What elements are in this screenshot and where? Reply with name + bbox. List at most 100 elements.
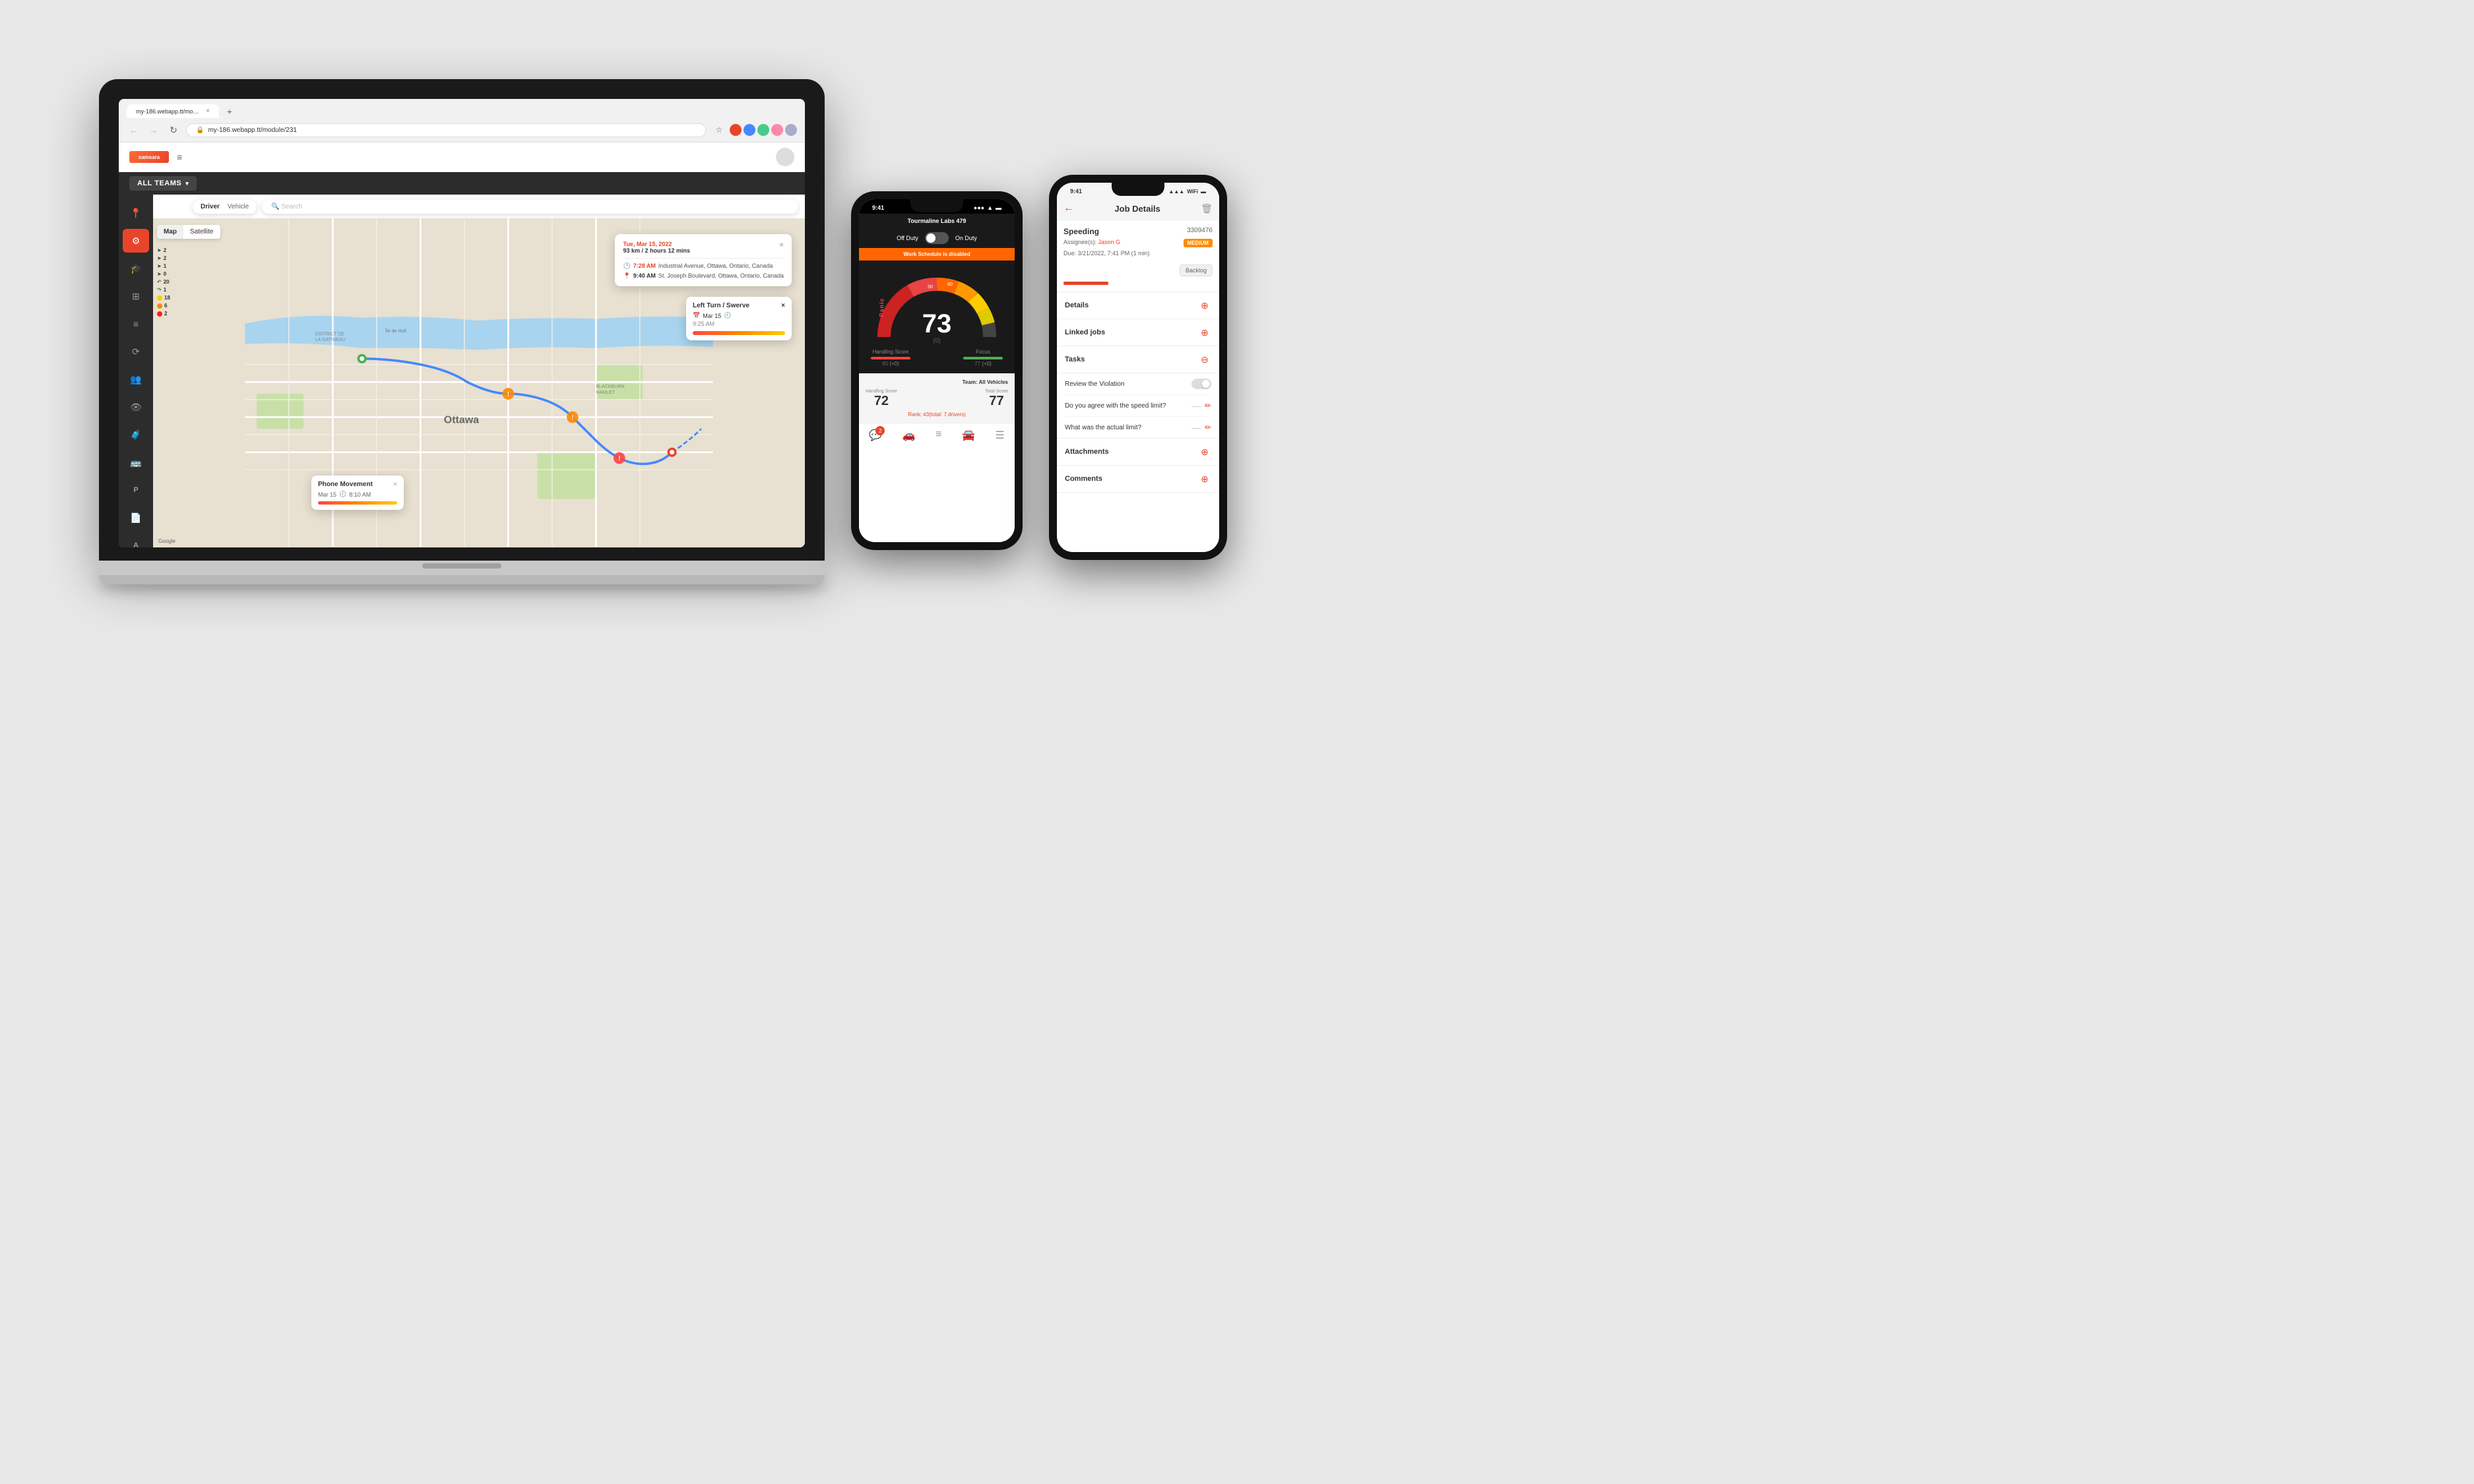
tab-vehicle[interactable]: Vehicle (228, 203, 249, 210)
tab-driver[interactable]: Driver (201, 203, 220, 210)
tab-close-icon[interactable]: × (206, 108, 210, 115)
sidebar-item-bus[interactable]: 🚌 (123, 450, 149, 474)
svg-text:BLACKBURN: BLACKBURN (596, 384, 624, 389)
nav-menu[interactable]: ☰ (995, 429, 1004, 442)
driver-vehicle-tabs: Driver Vehicle (193, 200, 257, 214)
svg-text:!: ! (571, 414, 573, 421)
panic-label[interactable]: Panic (879, 297, 885, 317)
chat-badge: 2 (875, 426, 885, 435)
sidebar-item-settings[interactable]: ⚙ (123, 229, 149, 253)
section-linked-toggle[interactable]: ⊕ (1198, 326, 1211, 339)
back-button[interactable]: ← (1063, 202, 1074, 214)
event-time-icon: 🕙 (724, 312, 731, 319)
map-search-box[interactable]: 🔍 Search (262, 200, 798, 214)
sidebar-item-bag[interactable]: 🧳 (123, 423, 149, 447)
job-severity-badge: MEDIUM (1184, 239, 1213, 247)
section-linked-jobs[interactable]: Linked jobs ⊕ (1057, 319, 1219, 346)
delete-button[interactable]: 🗑 (1201, 203, 1213, 214)
bookmark-button[interactable]: ☆ (711, 122, 727, 138)
duty-toggle-switch[interactable] (925, 232, 949, 244)
sidebar-item-refresh[interactable]: ⟳ (123, 340, 149, 363)
task-label-3: What was the actual limit? (1065, 424, 1141, 431)
logo-text: samsara (139, 154, 160, 160)
profile-dot-3 (757, 124, 769, 136)
task-toggle-1[interactable] (1191, 379, 1211, 389)
section-tasks-header[interactable]: Tasks ⊖ (1057, 346, 1219, 373)
popup-close-icon[interactable]: × (779, 241, 784, 249)
section-tasks-toggle[interactable]: ⊖ (1198, 353, 1211, 366)
section-details[interactable]: Details ⊕ (1057, 292, 1219, 319)
backlog-button[interactable]: Backlog (1180, 264, 1213, 276)
phone-frame-right: 9:41 ▲▲▲ WiFi ▬ ← Job Details 🗑 Speeding… (1049, 175, 1227, 560)
car-icon: 🚗 (903, 429, 916, 442)
browser-tab[interactable]: my-186.webapp.tt/module/231 × (127, 104, 219, 118)
nav-car[interactable]: 🚗 (903, 429, 916, 442)
new-tab-button[interactable]: + (222, 106, 238, 117)
sidebar-item-document[interactable]: 📄 (123, 506, 149, 530)
popup-time1: 7:28 AM (633, 263, 656, 269)
tab-title: my-186.webapp.tt/module/231 (136, 108, 202, 115)
sidebar-item-education[interactable]: 🎓 (123, 257, 149, 280)
map-type-map-button[interactable]: Map (157, 225, 183, 239)
browser-forward-button[interactable]: → (146, 123, 161, 137)
nav-vehicle[interactable]: 🚘 (962, 429, 975, 442)
sidebar-item-admin[interactable]: A (123, 534, 149, 547)
laptop-screen: my-186.webapp.tt/module/231 × + ← → ↻ 🔒 … (119, 99, 805, 547)
nav-chat[interactable]: 💬 2 (869, 429, 882, 442)
sidebar-item-parking[interactable]: P (123, 478, 149, 502)
sidebar-item-grid[interactable]: ⊞ (123, 284, 149, 308)
task-dash-3: — (1191, 422, 1201, 433)
section-comments-toggle[interactable]: ⊕ (1198, 472, 1211, 485)
score-item-3: ➤ 1 (157, 263, 191, 269)
svg-text:HAMLET: HAMLET (596, 390, 615, 395)
driver-score-list: ➤ 2 ➤ 2 ➤ 1 ➤ 0 (157, 247, 191, 543)
task-label-2: Do you agree with the speed limit? (1065, 402, 1166, 410)
event-close-icon[interactable]: × (781, 302, 785, 309)
score-item-1: ➤ 2 (157, 247, 191, 253)
svg-text:Île de Hull: Île de Hull (385, 328, 406, 334)
phone-popup-close[interactable]: × (393, 481, 397, 488)
section-attachments[interactable]: Attachments ⊕ (1057, 439, 1219, 466)
focus-score-box: Focus 77 (+0) (963, 349, 1003, 367)
sidebar-item-users[interactable]: 👥 (123, 367, 149, 391)
address-bar[interactable]: 🔒 my-186.webapp.tt/module/231 (186, 123, 706, 137)
sidebar-item-eye[interactable]: 👁 (123, 395, 149, 419)
gauge-value: 73 (922, 311, 952, 337)
all-teams-button[interactable]: ALL TEAMS ▾ (129, 176, 197, 191)
focus-score-label: Focus (976, 349, 990, 355)
job-due: Due: 3/21/2022, 7:41 PM (1 min) (1063, 250, 1213, 257)
phone-left: 9:41 ●●● ▲ ▬ Tourmaline Labs 479 Off Dut… (851, 191, 1023, 550)
browser-reload-button[interactable]: ↻ (166, 123, 181, 137)
task-edit-3[interactable]: ✏ (1205, 423, 1211, 432)
section-comments[interactable]: Comments ⊕ (1057, 466, 1219, 493)
phone-time-right: 9:41 (1070, 188, 1082, 195)
browser-profile (730, 124, 797, 136)
svg-text:!: ! (618, 455, 620, 462)
job-card: Speeding 3309476 Assignee(s): Jason G ME… (1057, 220, 1219, 292)
wifi-icon-left: ▲ (987, 204, 993, 211)
section-attachments-toggle[interactable]: ⊕ (1198, 445, 1211, 458)
section-details-toggle[interactable]: ⊕ (1198, 299, 1211, 312)
section-attachments-label: Attachments (1065, 448, 1109, 456)
handling-score-box: Handling Score 60 (+0) (871, 349, 910, 367)
map-type-satellite-button[interactable]: Satellite (183, 225, 220, 239)
hamburger-button[interactable]: ≡ (177, 152, 182, 162)
svg-text:Ottawa: Ottawa (444, 414, 479, 425)
phone-popup-date: Mar 15 (318, 491, 336, 498)
gauge-wrap: Panic (871, 271, 1003, 344)
profile-dot-1 (730, 124, 742, 136)
sidebar-item-location[interactable]: 📍 (123, 201, 149, 225)
team-rank: Rank: #3(total: 7 drivers) (866, 412, 1008, 417)
task-edit-2[interactable]: ✏ (1205, 401, 1211, 410)
browser-back-button[interactable]: ← (127, 123, 141, 137)
task-dash-2: — (1191, 400, 1201, 411)
app-toolbar: ALL TEAMS ▾ (119, 172, 805, 195)
work-schedule-bar: Work Schedule is disabled (859, 248, 1015, 261)
wifi-icon-right: WiFi (1187, 189, 1198, 195)
nav-list[interactable]: ≡ (936, 429, 941, 442)
sidebar-item-list[interactable]: ≡ (123, 312, 149, 336)
team-info: Team: All Vehicles Handling Score 72 Tot… (859, 373, 1015, 423)
phone-right: 9:41 ▲▲▲ WiFi ▬ ← Job Details 🗑 Speeding… (1049, 175, 1227, 560)
phone-screen-right: 9:41 ▲▲▲ WiFi ▬ ← Job Details 🗑 Speeding… (1057, 183, 1219, 552)
score-item-orange: 6 (157, 303, 191, 309)
